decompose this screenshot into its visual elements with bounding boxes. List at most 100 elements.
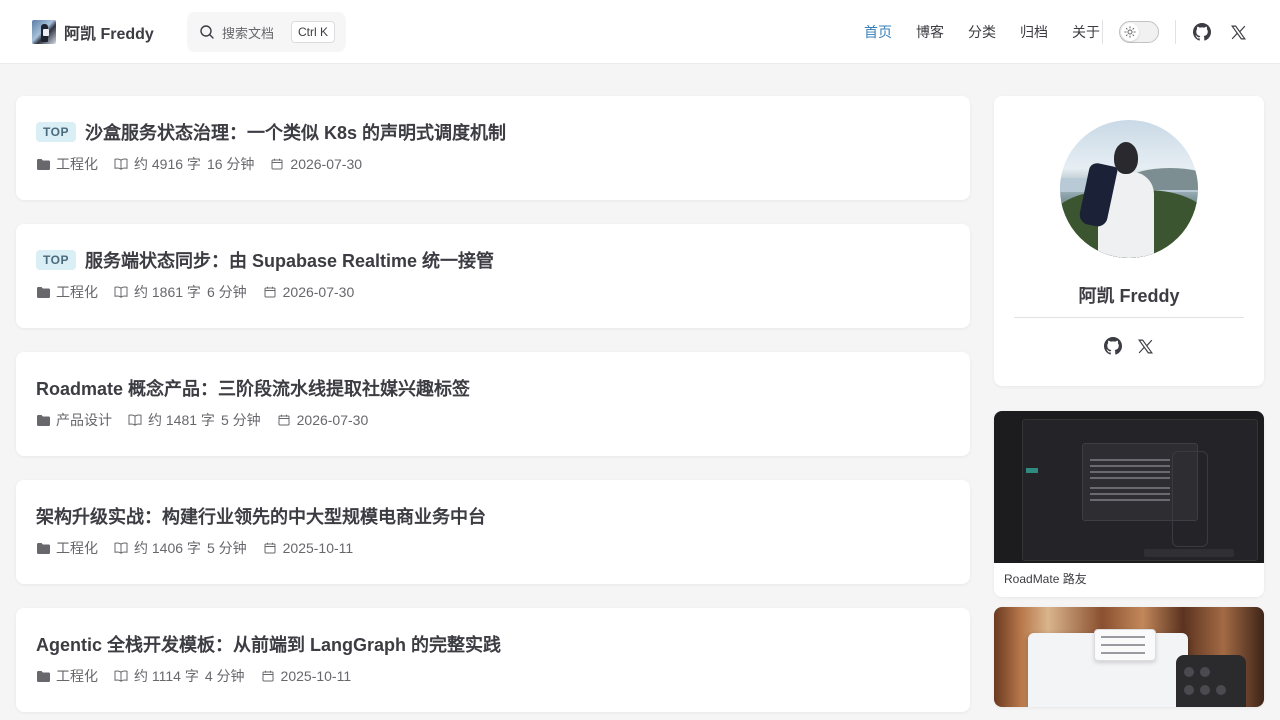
avatar — [1060, 120, 1198, 258]
folder-icon — [36, 541, 50, 555]
post-category-label: 工程化 — [56, 156, 98, 172]
post-title-row: Agentic 全栈开发模板：从前端到 LangGraph 的完整实践 — [36, 632, 501, 656]
search-shortcut-key: Ctrl K — [291, 21, 335, 43]
post-read-time: 5 分钟 — [220, 412, 261, 428]
post-reading-info: 约 1406 字 5 分钟 — [114, 538, 247, 558]
search-icon — [199, 24, 215, 40]
post-category[interactable]: 工程化 — [36, 538, 98, 558]
pinned-badge: TOP — [36, 250, 76, 270]
nav-item-archive[interactable]: 归档 — [1008, 0, 1060, 64]
post-card[interactable]: TOP 服务端状态同步：由 Supabase Realtime 统一接管 工程化约 … — [16, 224, 970, 328]
post-meta: 工程化 约 1114 字 4 分钟 2025-10-11 — [36, 666, 367, 686]
post-title[interactable]: 服务端状态同步：由 Supabase Realtime 统一接管 — [85, 247, 494, 273]
post-card[interactable]: Agentic 全栈开发模板：从前端到 LangGraph 的完整实践 工程化约 … — [16, 608, 970, 712]
folder-icon — [36, 413, 50, 427]
post-date-label: 2025-10-11 — [280, 668, 352, 684]
post-word-count: 约 1406 字 — [134, 540, 201, 556]
calendar-icon — [270, 157, 284, 171]
post-category-label: 工程化 — [56, 540, 98, 556]
post-title[interactable]: Roadmate 概念产品：三阶段流水线提取社媒兴趣标签 — [36, 375, 470, 401]
post-meta: 工程化 约 4916 字 16 分钟 2026-07-30 — [36, 154, 378, 174]
post-date-label: 2026-07-30 — [290, 156, 363, 172]
post-reading-info: 约 4916 字 16 分钟 — [114, 154, 254, 174]
pinned-badge: TOP — [36, 122, 76, 142]
nav-item-about[interactable]: 关于 — [1060, 0, 1112, 64]
calendar-icon — [261, 669, 275, 683]
post-card[interactable]: TOP 沙盒服务状态治理：一个类似 K8s 的声明式调度机制 工程化约 4916 字… — [16, 96, 970, 200]
post-meta: 工程化 约 1861 字 6 分钟 2026-07-30 — [36, 282, 370, 302]
post-date: 2026-07-30 — [263, 284, 355, 300]
post-category-label: 工程化 — [56, 284, 98, 300]
nav-divider — [1175, 20, 1176, 44]
post-card[interactable]: Roadmate 概念产品：三阶段流水线提取社媒兴趣标签 产品设计约 1481 字… — [16, 352, 970, 456]
book-icon — [128, 413, 142, 427]
profile-name: 阿凯 Freddy — [1078, 286, 1180, 306]
post-read-time: 6 分钟 — [206, 284, 247, 300]
post-title-row: Roadmate 概念产品：三阶段流水线提取社媒兴趣标签 — [36, 376, 470, 400]
top-navbar: 阿凯 Freddy 搜索文档 Ctrl K 首页 博客 分类 归档 关于 — [0, 0, 1280, 64]
post-category[interactable]: 工程化 — [36, 666, 98, 686]
search-button[interactable]: 搜索文档 Ctrl K — [187, 12, 346, 52]
post-date-label: 2026-07-30 — [282, 284, 355, 300]
main-nav: 首页 博客 分类 归档 关于 — [852, 0, 1112, 64]
github-icon[interactable] — [1103, 336, 1123, 356]
post-read-time: 4 分钟 — [204, 668, 245, 684]
calendar-icon — [263, 285, 277, 299]
profile-card: 阿凯 Freddy — [994, 96, 1264, 386]
post-meta: 工程化 约 1406 字 5 分钟 2025-10-11 — [36, 538, 369, 558]
post-category[interactable]: 产品设计 — [36, 410, 112, 430]
post-date-label: 2026-07-30 — [296, 412, 369, 428]
sun-icon — [1121, 23, 1139, 41]
post-reading-info: 约 1114 字 4 分钟 — [114, 666, 245, 686]
post-category-label: 产品设计 — [56, 412, 112, 428]
site-name: 阿凯 Freddy — [64, 26, 154, 43]
calendar-icon — [277, 413, 291, 427]
post-word-count: 约 1481 字 — [148, 412, 215, 428]
search-placeholder: 搜索文档 — [222, 25, 275, 41]
post-reading-info: 约 1861 字 6 分钟 — [114, 282, 247, 302]
folder-icon — [36, 285, 50, 299]
x-icon[interactable] — [1135, 336, 1155, 356]
profile-divider — [1014, 317, 1244, 318]
book-icon — [114, 541, 128, 555]
post-title-row: 架构升级实战：构建行业领先的中大型规模电商业务中台 — [36, 504, 486, 528]
post-read-time: 5 分钟 — [206, 540, 247, 556]
post-read-time: 16 分钟 — [206, 156, 255, 172]
nav-item-categories[interactable]: 分类 — [956, 0, 1008, 64]
post-title[interactable]: 架构升级实战：构建行业领先的中大型规模电商业务中台 — [36, 503, 486, 529]
project-screenshot — [994, 607, 1264, 707]
post-title[interactable]: 沙盒服务状态治理：一个类似 K8s 的声明式调度机制 — [85, 119, 506, 145]
book-icon — [114, 285, 128, 299]
post-reading-info: 约 1481 字 5 分钟 — [128, 410, 261, 430]
post-word-count: 约 4916 字 — [134, 156, 201, 172]
profile-social-links — [994, 336, 1264, 356]
post-word-count: 约 1861 字 — [134, 284, 201, 300]
calendar-icon — [263, 541, 277, 555]
post-category-label: 工程化 — [56, 668, 98, 684]
post-date: 2025-10-11 — [263, 540, 354, 556]
theme-toggle[interactable] — [1119, 21, 1159, 43]
nav-divider — [1102, 20, 1103, 44]
post-date: 2026-07-30 — [277, 412, 369, 428]
project-card-roadmate[interactable]: RoadMate 路友 — [994, 411, 1264, 597]
project-caption: RoadMate 路友 — [1004, 572, 1087, 586]
book-icon — [114, 669, 128, 683]
post-title[interactable]: Agentic 全栈开发模板：从前端到 LangGraph 的完整实践 — [36, 631, 501, 657]
nav-item-blog[interactable]: 博客 — [904, 0, 956, 64]
post-date: 2025-10-11 — [261, 668, 352, 684]
post-word-count: 约 1114 字 — [134, 668, 199, 684]
post-card[interactable]: 架构升级实战：构建行业领先的中大型规模电商业务中台工程化 约 1406 字 5 分钟… — [16, 480, 970, 584]
post-date-label: 2025-10-11 — [282, 540, 354, 556]
site-logo — [32, 20, 56, 44]
post-title-row: TOP 沙盒服务状态治理：一个类似 K8s 的声明式调度机制 — [36, 120, 506, 144]
project-screenshot — [994, 411, 1264, 563]
post-meta: 产品设计 约 1481 字 5 分钟 2026-07-30 — [36, 410, 384, 430]
post-category[interactable]: 工程化 — [36, 282, 98, 302]
x-icon[interactable] — [1228, 22, 1248, 42]
folder-icon — [36, 669, 50, 683]
github-icon[interactable] — [1192, 22, 1212, 42]
nav-item-home[interactable]: 首页 — [852, 0, 904, 64]
project-card[interactable] — [994, 607, 1264, 707]
post-category[interactable]: 工程化 — [36, 154, 98, 174]
site-brand[interactable]: 阿凯 Freddy — [32, 20, 154, 44]
